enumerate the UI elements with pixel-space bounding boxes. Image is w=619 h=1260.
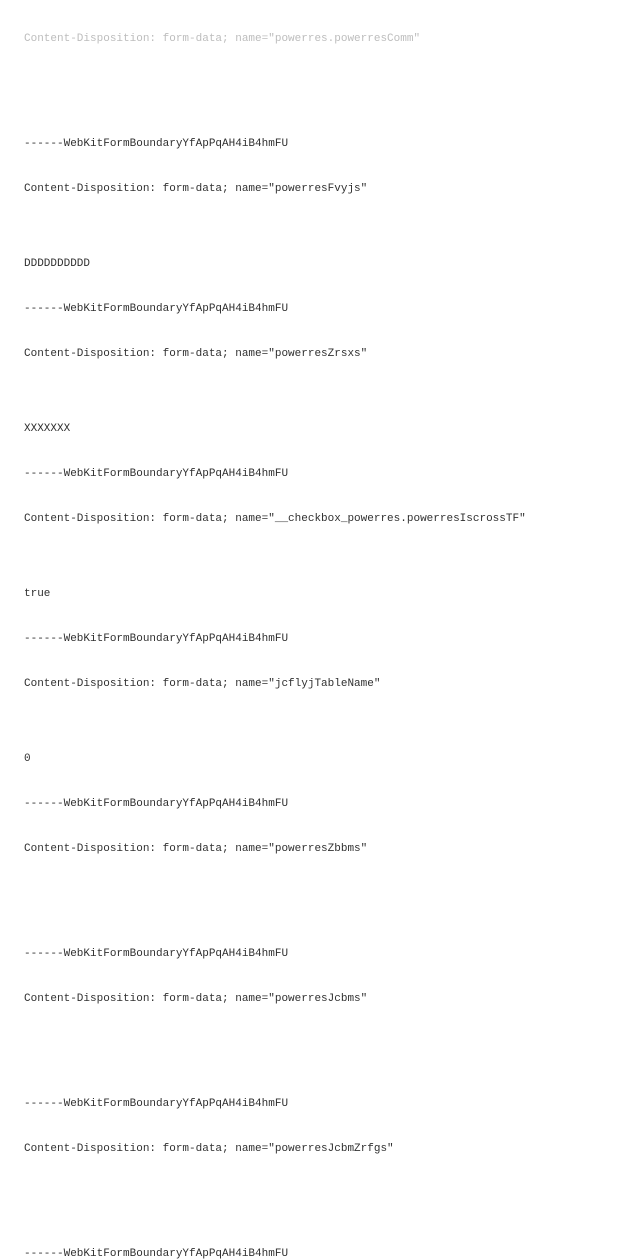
payload-line: Content-Disposition: form-data; name="po… [24,1142,617,1157]
payload-line: ------WebKitFormBoundaryYfApPqAH4iB4hmFU [24,1097,617,1112]
payload-line: ------WebKitFormBoundaryYfApPqAH4iB4hmFU [24,302,617,317]
payload-line: ------WebKitFormBoundaryYfApPqAH4iB4hmFU [24,467,617,482]
payload-line: DDDDDDDDDD [24,257,617,272]
payload-line: ------WebKitFormBoundaryYfApPqAH4iB4hmFU [24,1247,617,1260]
payload-line: XXXXXXX [24,422,617,437]
payload-line: Content-Disposition: form-data; name="__… [24,512,617,527]
request-payload-block: Content-Disposition: form-data; name="po… [0,0,619,1260]
payload-line-top: Content-Disposition: form-data; name="po… [24,32,617,47]
payload-line: ------WebKitFormBoundaryYfApPqAH4iB4hmFU [24,632,617,647]
payload-line: 0 [24,752,617,767]
payload-line: Content-Disposition: form-data; name="po… [24,347,617,362]
payload-line: ------WebKitFormBoundaryYfApPqAH4iB4hmFU [24,797,617,812]
payload-line: ------WebKitFormBoundaryYfApPqAH4iB4hmFU [24,947,617,962]
payload-line: Content-Disposition: form-data; name="po… [24,842,617,857]
payload-line: Content-Disposition: form-data; name="po… [24,182,617,197]
payload-line: Content-Disposition: form-data; name="jc… [24,677,617,692]
payload-line: Content-Disposition: form-data; name="po… [24,992,617,1007]
payload-line: true [24,587,617,602]
payload-line: ------WebKitFormBoundaryYfApPqAH4iB4hmFU [24,137,617,152]
